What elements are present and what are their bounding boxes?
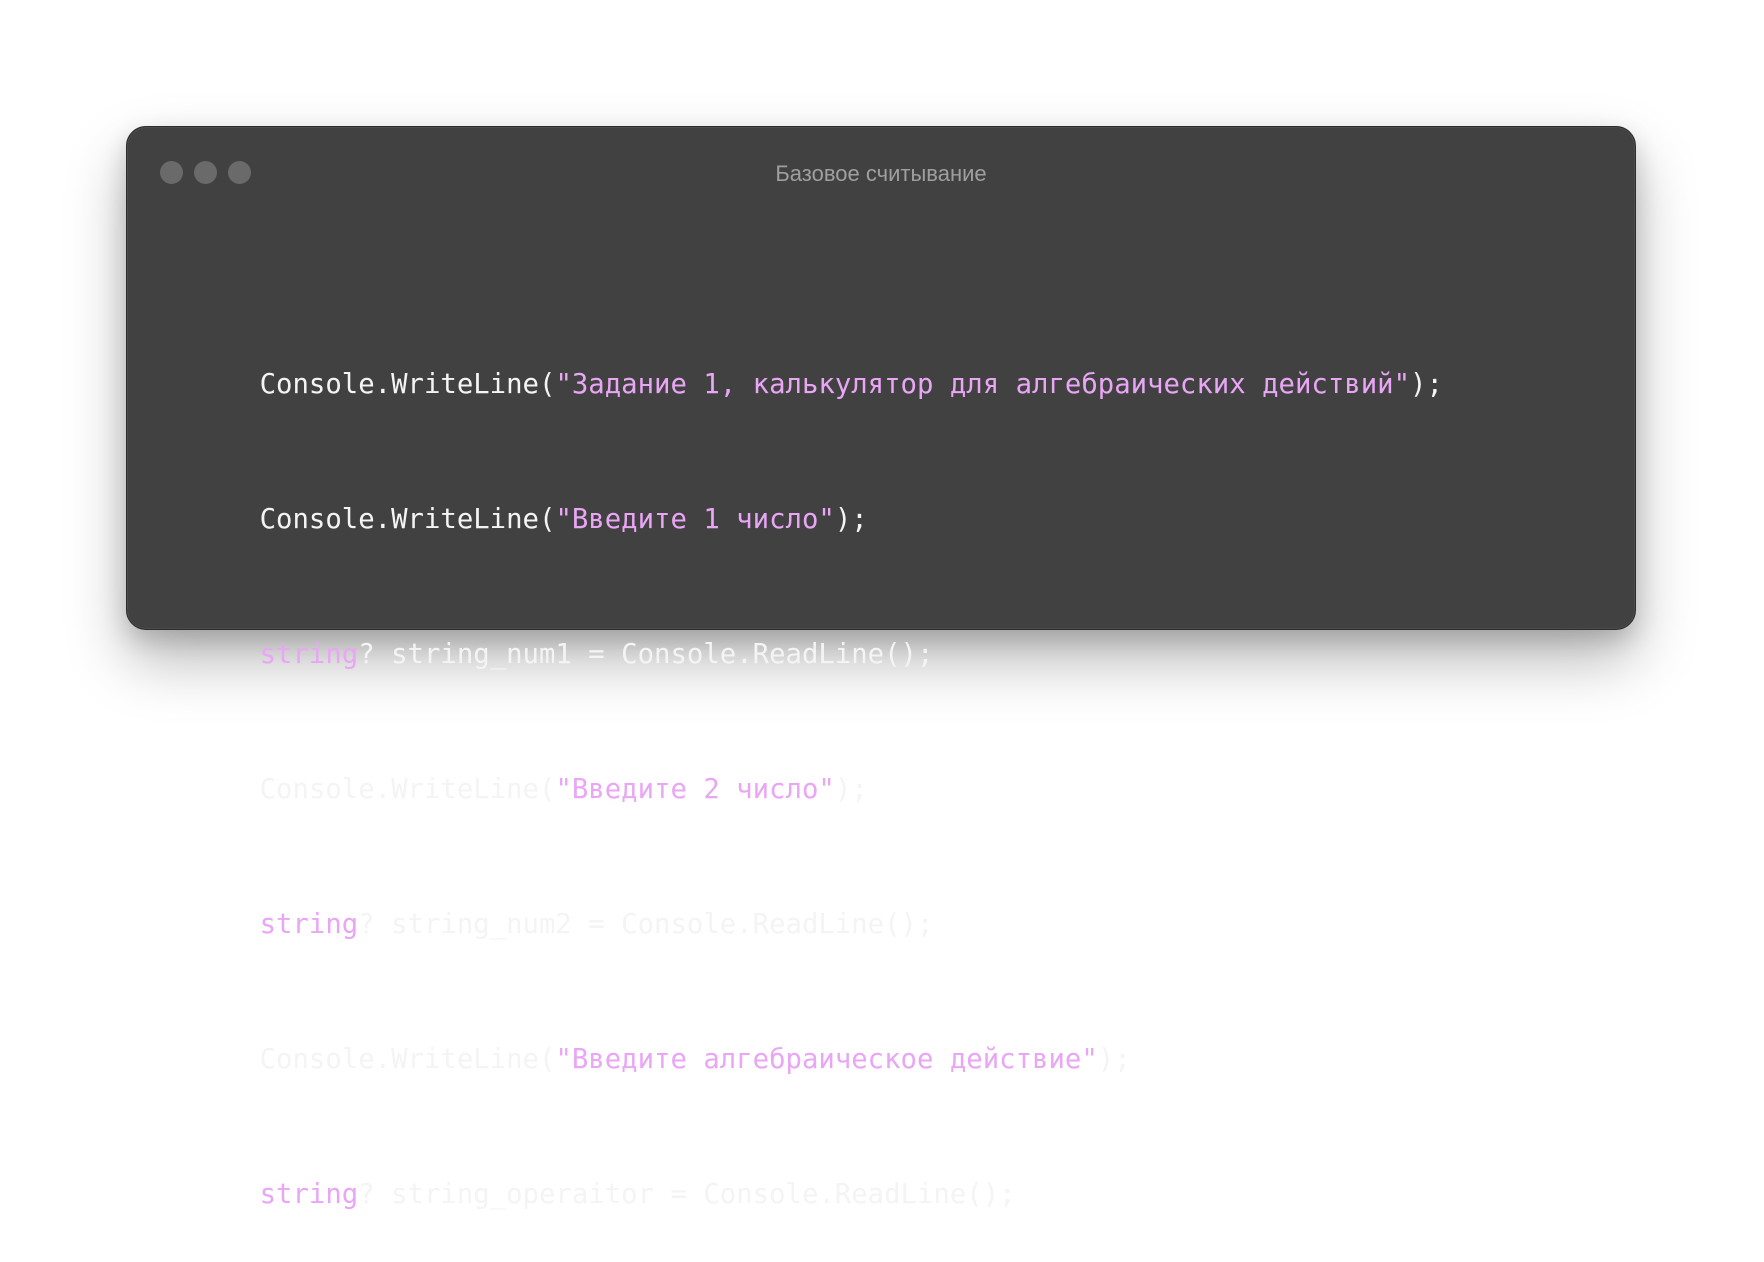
code-line: string? string_num2 = Console.ReadLine()… xyxy=(161,857,1443,940)
title-bar: Базовое считывание xyxy=(127,127,1635,217)
code-line: Console.WriteLine("Введите 1 число"); xyxy=(161,452,1443,535)
code-line: Console.WriteLine("Введите алгебраическо… xyxy=(161,992,1443,1075)
code-token: ); xyxy=(834,504,868,535)
code-token: Console.WriteLine( xyxy=(259,369,556,400)
code-token: ); xyxy=(834,774,868,805)
code-token: Console.WriteLine( xyxy=(259,1044,556,1075)
string-literal: "Введите 2 число" xyxy=(555,774,835,805)
string-literal: "Введите алгебраическое действие" xyxy=(555,1044,1098,1075)
code-token: ? string_num1 = Console.ReadLine(); xyxy=(358,639,934,670)
code-line: Console.WriteLine("Задание 1, калькулято… xyxy=(161,317,1443,400)
code-token: ? string_num2 = Console.ReadLine(); xyxy=(358,909,934,940)
code-block: Console.WriteLine("Задание 1, калькулято… xyxy=(161,227,1443,1262)
code-line: string? string_operaitor = Console.ReadL… xyxy=(161,1127,1443,1210)
keyword: string xyxy=(259,639,359,670)
code-line: string? string_num1 = Console.ReadLine()… xyxy=(161,587,1443,670)
code-token: ); xyxy=(1410,369,1443,400)
keyword: string xyxy=(259,909,359,940)
code-token: ? string_operaitor = Console.ReadLine(); xyxy=(358,1179,1016,1210)
code-token: ); xyxy=(1097,1044,1131,1075)
keyword: string xyxy=(259,1179,359,1210)
code-window: Базовое считывание Console.WriteLine("За… xyxy=(126,126,1636,1210)
string-literal: "Введите 1 число" xyxy=(555,504,835,535)
window-title: Базовое считывание xyxy=(775,161,987,186)
code-line: Console.WriteLine("Введите 2 число"); xyxy=(161,722,1443,805)
code-token: Console.WriteLine( xyxy=(259,774,556,805)
string-literal: "Задание 1, калькулятор для алгебраическ… xyxy=(555,369,1411,400)
code-token: Console.WriteLine( xyxy=(259,504,556,535)
